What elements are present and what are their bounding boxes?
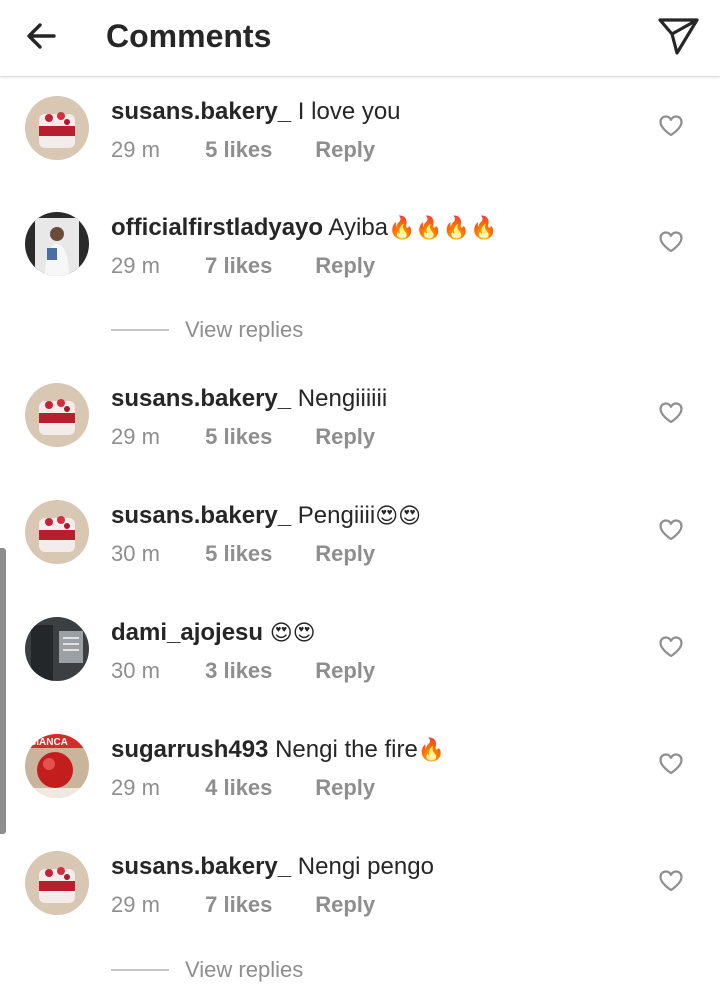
comment-emoji: 😍😍	[269, 620, 316, 645]
comment-time: 29 m	[111, 424, 160, 449]
comment-meta: 29 m 5 likes Reply	[111, 423, 375, 451]
product-brand-text: BIANCA	[29, 737, 68, 748]
comment-emoji: 🔥	[417, 737, 446, 762]
comment-username[interactable]: susans.bakery_	[111, 853, 291, 880]
comment-meta: 30 m 5 likes Reply	[111, 540, 375, 568]
cake-avatar[interactable]	[25, 500, 89, 564]
comment-likes[interactable]: 7 likes	[205, 252, 309, 280]
comment-username[interactable]: dami_ajojesu	[111, 619, 263, 646]
comment-time: 29 m	[111, 137, 160, 162]
view-replies-label: View replies	[185, 317, 304, 342]
comment-likes[interactable]: 5 likes	[205, 136, 309, 164]
comment-username[interactable]: officialfirstladyayo	[111, 214, 323, 241]
comment-time: 29 m	[111, 775, 160, 800]
reply-button[interactable]: Reply	[315, 891, 375, 919]
comment-text-line: officialfirstladyayo Ayiba🔥🔥🔥🔥	[111, 212, 498, 244]
heart-icon	[659, 519, 683, 541]
comment-item: dami_ajojesu 😍😍 30 m 3 likes Reply	[0, 617, 720, 727]
comment-text-line: susans.bakery_ Nengi pengo	[111, 851, 434, 883]
share-button[interactable]	[654, 14, 702, 58]
comment-likes[interactable]: 5 likes	[205, 540, 309, 568]
like-button[interactable]	[658, 518, 684, 542]
page-title: Comments	[106, 18, 272, 54]
comment-item: susans.bakery_ I love you 29 m 5 likes R…	[0, 96, 720, 206]
reply-button[interactable]: Reply	[315, 423, 375, 451]
comment-item: susans.bakery_ Nengiiiiii 29 m 5 likes R…	[0, 383, 720, 493]
comment-time: 30 m	[111, 658, 160, 683]
comment-text: Nengiiiiii	[297, 385, 388, 412]
comment-item: BIANCA sugarrush493 Nengi the fire🔥 29 m…	[0, 734, 720, 844]
like-button[interactable]	[658, 635, 684, 659]
view-replies-button[interactable]: View replies	[111, 315, 411, 345]
heart-icon	[659, 402, 683, 424]
view-replies-divider	[111, 969, 169, 971]
like-button[interactable]	[658, 401, 684, 425]
like-button[interactable]	[658, 752, 684, 776]
view-replies-button[interactable]: View replies	[111, 955, 411, 985]
comment-text: I love you	[297, 98, 401, 125]
comment-meta: 29 m 4 likes Reply	[111, 774, 375, 802]
comment-time: 29 m	[111, 892, 160, 917]
heart-icon	[659, 870, 683, 892]
comment-text-line: susans.bakery_ Nengiiiiii	[111, 383, 387, 415]
comment-text: Pengiiii	[297, 502, 376, 529]
comment-text-line: susans.bakery_ I love you	[111, 96, 401, 128]
back-button[interactable]	[20, 14, 64, 58]
comment-time: 30 m	[111, 541, 160, 566]
comment-username[interactable]: susans.bakery_	[111, 385, 291, 412]
dark-photo-avatar[interactable]	[25, 617, 89, 681]
comment-meta: 29 m 7 likes Reply	[111, 891, 375, 919]
like-button[interactable]	[658, 230, 684, 254]
scrollbar[interactable]	[0, 548, 6, 834]
like-button[interactable]	[658, 869, 684, 893]
heart-icon	[659, 231, 683, 253]
person-photo-avatar[interactable]	[25, 212, 89, 276]
reply-button[interactable]: Reply	[315, 774, 375, 802]
comment-meta: 29 m 7 likes Reply	[111, 252, 375, 280]
comment-time: 29 m	[111, 253, 160, 278]
comment-item: officialfirstladyayo Ayiba🔥🔥🔥🔥 29 m 7 li…	[0, 212, 720, 322]
reply-button[interactable]: Reply	[315, 252, 375, 280]
comment-username[interactable]: sugarrush493	[111, 736, 268, 763]
comment-likes[interactable]: 4 likes	[205, 774, 309, 802]
view-replies-label: View replies	[185, 957, 304, 982]
reply-button[interactable]: Reply	[315, 657, 375, 685]
comment-emoji: 😍😍	[375, 503, 422, 528]
comment-meta: 29 m 5 likes Reply	[111, 136, 375, 164]
comment-username[interactable]: susans.bakery_	[111, 502, 291, 529]
comment-text-line: susans.bakery_ Pengiiii😍😍	[111, 500, 421, 532]
cake-avatar[interactable]	[25, 96, 89, 160]
comment-likes[interactable]: 3 likes	[205, 657, 309, 685]
comment-emoji: 🔥🔥🔥🔥	[388, 215, 498, 240]
reply-button[interactable]: Reply	[315, 136, 375, 164]
comment-text: Nengi the fire	[275, 736, 418, 763]
comment-item: susans.bakery_ Pengiiii😍😍 30 m 5 likes R…	[0, 500, 720, 610]
comment-likes[interactable]: 5 likes	[205, 423, 309, 451]
arrow-left-icon	[27, 23, 56, 49]
view-replies-divider	[111, 329, 169, 331]
heart-icon	[659, 115, 683, 137]
comment-item: susans.bakery_ Nengi pengo 29 m 7 likes …	[0, 851, 720, 961]
paper-plane-icon	[658, 18, 699, 55]
like-button[interactable]	[658, 114, 684, 138]
comment-likes[interactable]: 7 likes	[205, 891, 309, 919]
heart-icon	[659, 753, 683, 775]
comment-meta: 30 m 3 likes Reply	[111, 657, 375, 685]
product-avatar[interactable]: BIANCA	[25, 734, 89, 798]
comment-text-line: dami_ajojesu 😍😍	[111, 617, 316, 649]
reply-button[interactable]: Reply	[315, 540, 375, 568]
comment-username[interactable]: susans.bakery_	[111, 98, 291, 125]
comment-text: Nengi pengo	[297, 853, 434, 880]
comment-text: Ayiba	[328, 214, 389, 241]
cake-avatar[interactable]	[25, 383, 89, 447]
comment-text-line: sugarrush493 Nengi the fire🔥	[111, 734, 445, 766]
app-header: Comments	[0, 0, 720, 77]
heart-icon	[659, 636, 683, 658]
cake-avatar[interactable]	[25, 851, 89, 915]
